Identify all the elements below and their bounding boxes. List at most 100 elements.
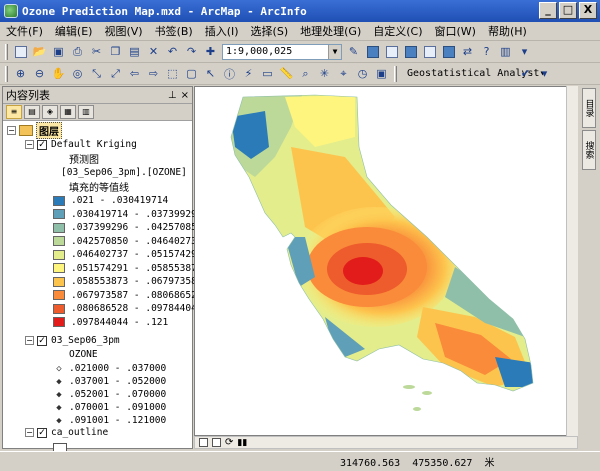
select-features-icon[interactable]: ⬚ [164, 65, 181, 82]
menu-selection[interactable]: 选择(S) [245, 23, 295, 39]
kriging-class-row[interactable]: .051574291 - .058553873 [53, 262, 203, 275]
toolbar-grip[interactable] [5, 43, 8, 60]
kriging-layer-row[interactable]: − ✓ Default Kriging [25, 138, 137, 151]
diamond-marker-icon[interactable]: ◇ [53, 364, 65, 374]
kriging-class-row[interactable]: .046402737 - .051574291 [53, 248, 203, 261]
identify-icon[interactable]: ⓘ [221, 65, 238, 82]
table-of-contents-icon[interactable] [364, 43, 381, 60]
close-button[interactable]: X [579, 2, 597, 19]
toolbar-grip[interactable] [394, 65, 397, 82]
search-window-icon[interactable] [402, 43, 419, 60]
menu-help[interactable]: 帮助(H) [482, 23, 533, 39]
class-color-swatch[interactable] [53, 195, 65, 206]
list-by-drawing-order-icon[interactable]: ≡ [6, 105, 22, 119]
layer-visibility-checkbox[interactable]: ✓ [37, 139, 47, 150]
outline-layer-name[interactable]: ca_outline [51, 427, 108, 438]
class-color-swatch[interactable] [53, 317, 65, 327]
diamond-marker-icon[interactable]: ◆ [53, 377, 65, 387]
class-color-swatch[interactable] [53, 236, 65, 246]
select-elements-icon[interactable]: ↖ [202, 65, 219, 82]
paste-icon[interactable]: ▤ [126, 43, 143, 60]
list-by-visibility-icon[interactable]: ◈ [42, 105, 58, 119]
menu-insert[interactable]: 插入(I) [199, 23, 245, 39]
class-color-swatch[interactable] [53, 276, 65, 287]
kriging-class-row[interactable]: .042570850 - .046402737 [53, 235, 203, 248]
diamond-marker-icon[interactable]: ◆ [53, 403, 65, 413]
collapse-icon[interactable]: − [7, 126, 16, 135]
go-back-icon[interactable]: ⇦ [126, 65, 143, 82]
toc-options-icon[interactable]: ▥ [78, 105, 94, 119]
save-icon[interactable]: ▣ [50, 43, 67, 60]
diamond-marker-icon[interactable]: ◆ [53, 416, 65, 426]
menu-windows[interactable]: 窗口(W) [429, 23, 482, 39]
toolbar-options-icon[interactable]: ▾ [536, 65, 553, 82]
redo-icon[interactable]: ↷ [183, 43, 200, 60]
chevron-down-icon[interactable]: ▼ [328, 44, 341, 59]
model-builder-icon[interactable]: ⇄ [459, 43, 476, 60]
points-layer-name[interactable]: 03_Sep06_3pm [51, 335, 120, 346]
hyperlink-icon[interactable]: ⚡ [240, 65, 257, 82]
delete-icon[interactable]: ✕ [145, 43, 162, 60]
editor-toolbar-icon[interactable]: ✎ [345, 43, 362, 60]
collapse-icon[interactable]: − [25, 336, 34, 345]
points-layer-row[interactable]: − ✓ 03_Sep06_3pm [25, 334, 120, 347]
zoom-in-icon[interactable]: ⊕ [12, 65, 29, 82]
class-color-swatch[interactable] [53, 290, 65, 300]
layout-icon[interactable]: ▥ [497, 43, 514, 60]
python-window-icon[interactable] [440, 43, 457, 60]
outline-layer-row[interactable]: − ✓ ca_outline [25, 426, 108, 439]
class-color-swatch[interactable] [53, 263, 65, 273]
toolbar-grip[interactable] [5, 65, 8, 82]
point-class-row[interactable]: ◆ .037001 - .052000 [53, 375, 166, 388]
menu-geoprocessing[interactable]: 地理处理(G) [294, 23, 367, 39]
kriging-class-row[interactable]: .030419714 - .037399296 [53, 208, 203, 221]
geostatistical-wizard-icon[interactable]: ✔ [517, 65, 534, 82]
menu-bookmarks[interactable]: 书签(B) [149, 23, 199, 39]
arctoolbox-icon[interactable] [421, 43, 438, 60]
menu-customize[interactable]: 自定义(C) [367, 23, 428, 39]
geostatistical-analyst-menu[interactable]: Geostatistical Analyst▾ [404, 66, 545, 82]
cut-icon[interactable]: ✂ [88, 43, 105, 60]
layer-visibility-checkbox[interactable]: ✓ [37, 335, 47, 346]
collapse-icon[interactable]: − [25, 140, 34, 149]
layers-group[interactable]: − 图层 [7, 122, 62, 139]
print-icon[interactable]: ⎙ [69, 43, 86, 60]
class-color-swatch[interactable] [53, 249, 65, 260]
full-extent-icon[interactable]: ◎ [69, 65, 86, 82]
kriging-class-row[interactable]: .080686528 - .097844044 [53, 302, 203, 315]
catalog-icon[interactable] [383, 43, 400, 60]
map-vertical-scrollbar[interactable] [566, 86, 578, 436]
layers-group-label[interactable]: 图层 [36, 122, 62, 139]
minimize-button[interactable]: _ [539, 2, 557, 19]
maximize-button[interactable]: □ [559, 2, 577, 19]
find-icon[interactable]: ⌕ [297, 65, 314, 82]
undo-icon[interactable]: ↶ [164, 43, 181, 60]
point-class-row[interactable]: ◆ .070001 - .091000 [53, 401, 166, 414]
time-slider-icon[interactable]: ◷ [354, 65, 371, 82]
toolbar-options-icon[interactable]: ▾ [516, 43, 533, 60]
whats-this-icon[interactable]: ? [478, 43, 495, 60]
map-view[interactable] [194, 86, 578, 436]
search-side-tab[interactable]: 搜索 [582, 130, 596, 170]
collapse-icon[interactable]: − [25, 428, 34, 437]
go-to-xy-icon[interactable]: ⌖ [335, 65, 352, 82]
clear-selection-icon[interactable]: ▢ [183, 65, 200, 82]
ozone-prediction-map[interactable] [195, 87, 578, 436]
new-document-icon[interactable] [12, 43, 29, 60]
zoom-out-icon[interactable]: ⊖ [31, 65, 48, 82]
refresh-icon[interactable]: ⟳ [225, 437, 233, 448]
kriging-layer-name[interactable]: Default Kriging [51, 139, 137, 150]
menu-edit[interactable]: 编辑(E) [49, 23, 99, 39]
fixed-zoom-in-icon[interactable]: ⤡ [88, 65, 105, 82]
kriging-class-row[interactable]: .067973587 - .080686528 [53, 289, 203, 302]
point-class-row[interactable]: ◆ .052001 - .070000 [53, 388, 166, 401]
catalog-side-tab[interactable]: 目录 [582, 88, 596, 128]
close-icon[interactable]: × [181, 90, 189, 101]
map-scale-input[interactable]: 1:9,000,025 ▼ [222, 43, 342, 60]
pin-icon[interactable]: ⊥ [168, 90, 177, 101]
class-color-swatch[interactable] [53, 303, 65, 314]
menu-file[interactable]: 文件(F) [0, 23, 49, 39]
class-color-swatch[interactable] [53, 209, 65, 219]
list-by-selection-icon[interactable]: ▦ [60, 105, 76, 119]
kriging-class-row[interactable]: .058553873 - .067973587 [53, 275, 203, 288]
